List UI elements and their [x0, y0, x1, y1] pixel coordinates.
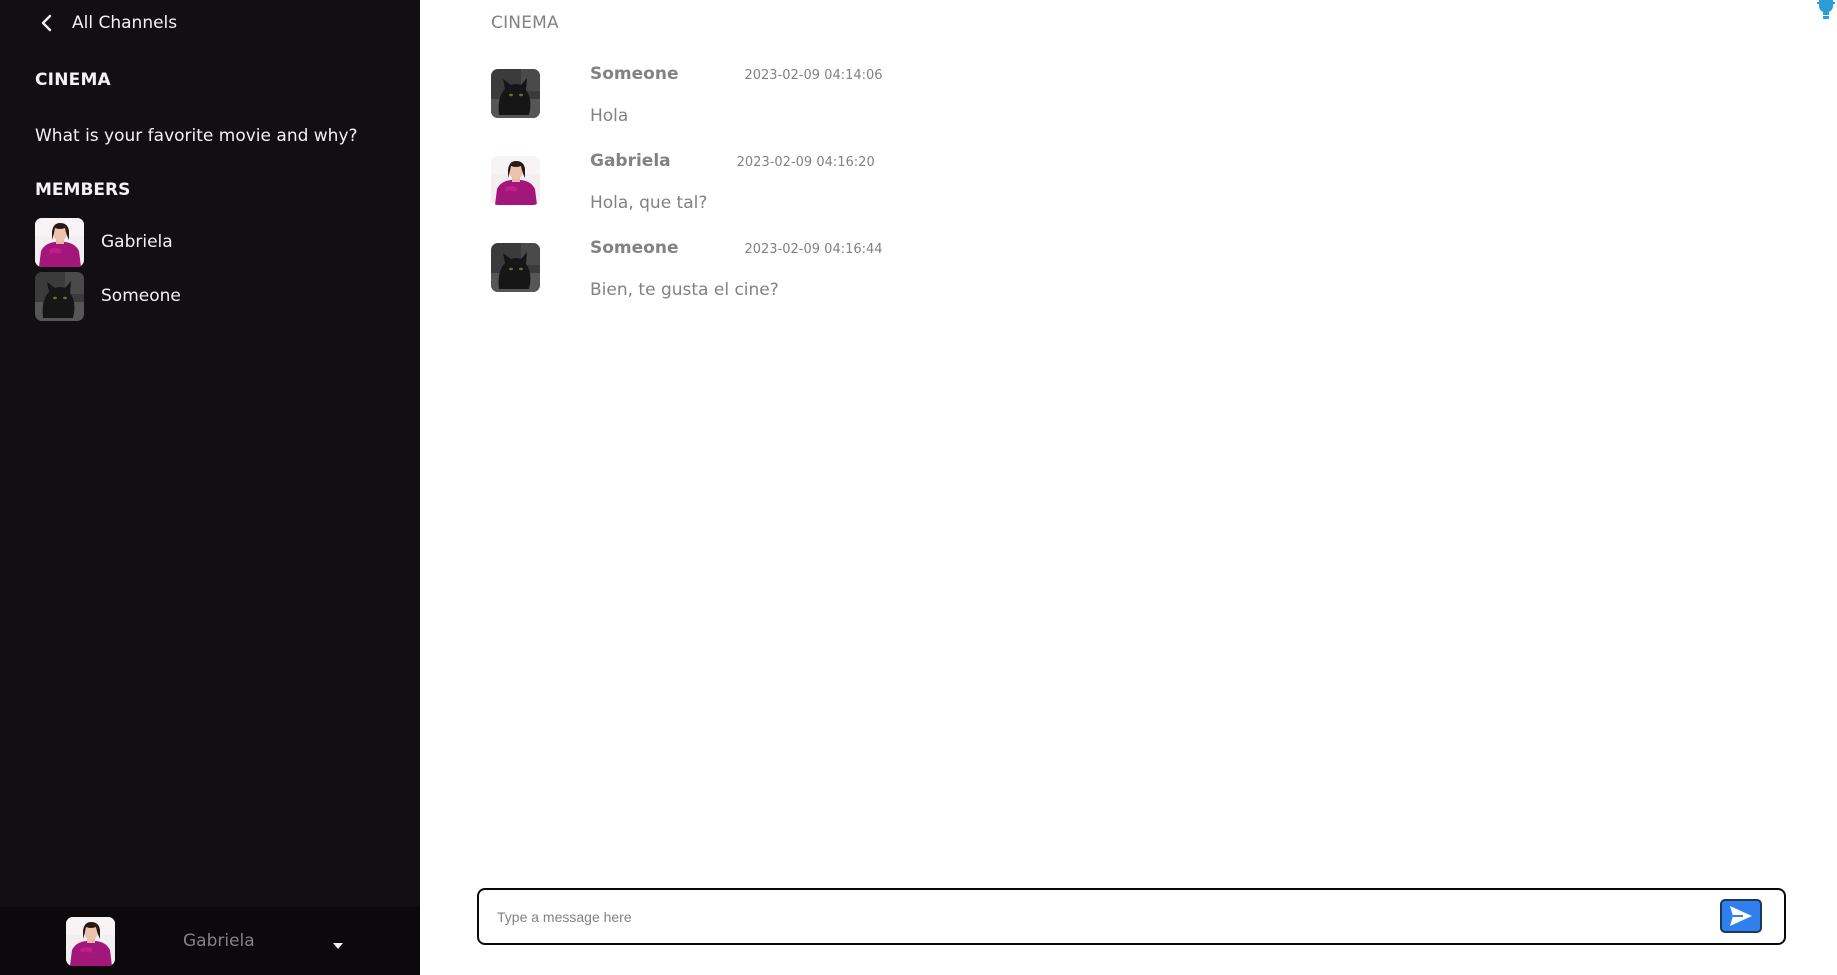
send-button[interactable] — [1720, 899, 1762, 933]
chevron-left-icon — [41, 14, 52, 32]
avatar — [491, 156, 540, 205]
message-body: Someone 2023-02-09 04:14:06 Hola — [590, 64, 883, 151]
message-item: Gabriela 2023-02-09 04:16:20 Hola, que t… — [491, 151, 883, 238]
message-composer — [477, 888, 1786, 945]
message-header: Someone 2023-02-09 04:16:44 — [590, 238, 883, 264]
member-item-gabriela[interactable]: Gabriela — [0, 215, 420, 269]
message-author: Someone — [590, 238, 679, 258]
message-text: Hola, que tal? — [590, 193, 708, 213]
avatar — [35, 217, 84, 267]
member-list: Gabriela Someone — [0, 215, 420, 323]
current-user-avatar — [66, 916, 115, 966]
message-header: Someone 2023-02-09 04:14:06 — [590, 64, 883, 90]
message-author: Gabriela — [590, 151, 671, 171]
members-title: MEMBERS — [35, 180, 131, 200]
message-timestamp: 2023-02-09 04:16:20 — [736, 155, 875, 170]
message-timestamp: 2023-02-09 04:14:06 — [744, 68, 883, 83]
message-item: Someone 2023-02-09 04:14:06 Hola — [491, 64, 883, 151]
message-list: Someone 2023-02-09 04:14:06 Hola Gabriel… — [491, 64, 883, 325]
avatar — [491, 69, 540, 118]
chat-main: CINEMA Someone 2023-02-09 04:14:06 Hola … — [420, 0, 1837, 975]
message-body: Someone 2023-02-09 04:16:44 Bien, te gus… — [590, 238, 883, 325]
channel-description: What is your favorite movie and why? — [35, 126, 358, 146]
lightbulb-icon[interactable] — [1817, 0, 1835, 22]
back-to-channels-button[interactable]: All Channels — [0, 0, 420, 46]
message-timestamp: 2023-02-09 04:16:44 — [744, 242, 883, 257]
member-name: Gabriela — [101, 232, 173, 252]
caret-down-icon[interactable] — [332, 942, 344, 950]
message-header: Gabriela 2023-02-09 04:16:20 — [590, 151, 875, 177]
back-label: All Channels — [72, 13, 178, 33]
current-user-name: Gabriela — [183, 931, 255, 951]
channel-title: CINEMA — [491, 13, 559, 33]
sidebar: All Channels CINEMA What is your favorit… — [0, 0, 420, 975]
member-name: Someone — [101, 286, 181, 306]
channel-name: CINEMA — [35, 70, 111, 90]
message-item: Someone 2023-02-09 04:16:44 Bien, te gus… — [491, 238, 883, 325]
message-body: Gabriela 2023-02-09 04:16:20 Hola, que t… — [590, 151, 875, 238]
app-root: All Channels CINEMA What is your favorit… — [0, 0, 1837, 975]
message-author: Someone — [590, 64, 679, 84]
current-user-bar: Gabriela — [0, 907, 420, 975]
member-item-someone[interactable]: Someone — [0, 269, 420, 323]
avatar — [491, 243, 540, 292]
paper-plane-send-icon — [1730, 906, 1752, 926]
message-input[interactable] — [497, 904, 1677, 929]
message-text: Hola — [590, 106, 629, 126]
message-text: Bien, te gusta el cine? — [590, 280, 779, 300]
avatar — [35, 271, 84, 321]
